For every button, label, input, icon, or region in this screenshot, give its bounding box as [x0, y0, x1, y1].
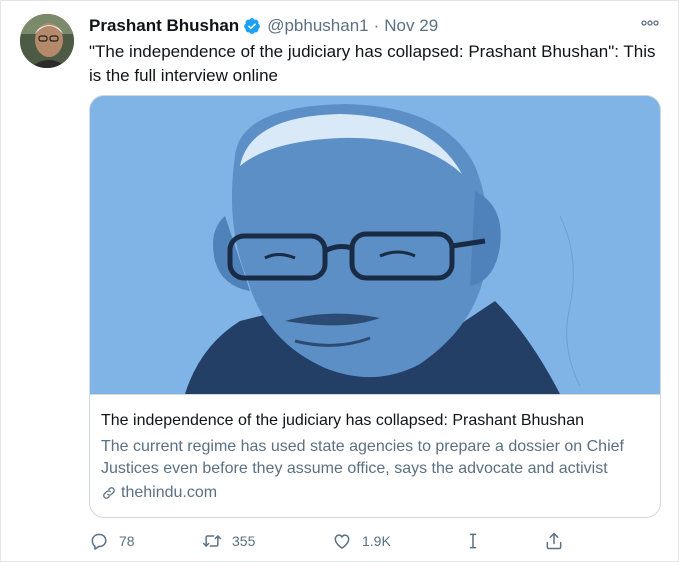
author-name[interactable]: Prashant Bhushan — [89, 15, 239, 37]
like-button[interactable]: 1.9K — [332, 527, 391, 555]
tweet[interactable]: Prashant Bhushan @pbhushan1 · Nov 29 "Th… — [0, 0, 679, 562]
card-description: The current regime has used state agenci… — [101, 438, 624, 477]
separator-dot: · — [373, 16, 380, 35]
card-title: The independence of the judiciary has co… — [101, 412, 584, 429]
heart-icon — [334, 534, 350, 549]
reply-button[interactable]: 78 — [89, 527, 135, 555]
tweet-header: Prashant Bhushan @pbhushan1 · Nov 29 — [89, 15, 438, 37]
retweet-count: 355 — [232, 533, 256, 549]
more-options-icon[interactable] — [641, 18, 659, 28]
retweet-icon — [202, 535, 222, 547]
reply-icon — [91, 533, 107, 550]
card-domain: thehindu.com — [101, 483, 217, 503]
like-count: 1.9K — [362, 533, 391, 549]
avatar[interactable] — [20, 14, 74, 68]
retweet-button[interactable]: 355 — [202, 527, 255, 555]
link-icon — [103, 487, 115, 499]
link-card[interactable]: The independence of the judiciary has co… — [89, 95, 661, 518]
tweet-date[interactable]: Nov 29 — [384, 15, 438, 37]
analytics-icon — [469, 533, 477, 549]
reply-count: 78 — [119, 533, 135, 549]
card-domain-text: thehindu.com — [121, 484, 218, 501]
share-icon — [546, 532, 562, 550]
verified-badge-icon — [244, 18, 261, 34]
tweet-text: "The independence of the judiciary has c… — [89, 42, 656, 85]
card-image[interactable] — [90, 96, 660, 394]
card-body[interactable]: The independence of the judiciary has co… — [90, 394, 660, 517]
analytics-button[interactable] — [463, 527, 493, 555]
author-handle[interactable]: @pbhushan1 — [267, 15, 368, 37]
share-button[interactable] — [544, 527, 574, 555]
tweet-actions: 78 355 1.9K — [89, 527, 579, 555]
